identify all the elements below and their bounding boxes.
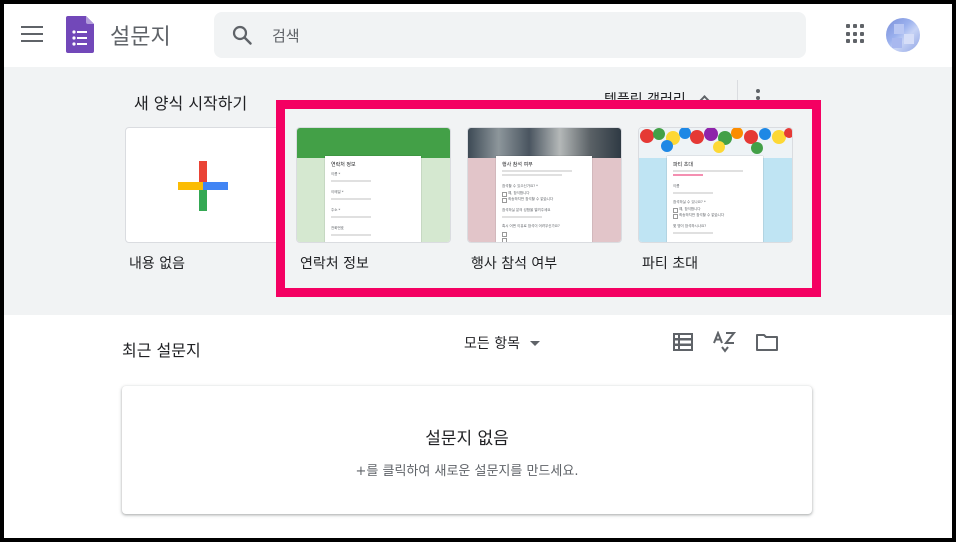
- app-title[interactable]: 설문지: [110, 19, 171, 51]
- app-window: 설문지 새 양식 시작하기 템플릿 갤러리 내: [4, 4, 952, 538]
- owner-filter-dropdown[interactable]: 모든 항목: [464, 333, 540, 353]
- dropdown-caret-icon: [529, 341, 540, 346]
- forms-logo-icon[interactable]: [66, 16, 94, 53]
- template-party-invite[interactable]: 파티 초대 이름 참석하실 수 있나요? * 예, 참석합니다 죄송하지만 참석…: [638, 127, 793, 272]
- search-input[interactable]: [270, 12, 794, 60]
- form-preview: 파티 초대 이름 참석하실 수 있나요? * 예, 참석합니다 죄송하지만 참석…: [667, 156, 763, 242]
- template-contact-info[interactable]: 연락처 정보 이름 * 이메일 * 주소 * 전화번호 연락처 정보: [296, 127, 451, 272]
- gallery-title: 새 양식 시작하기: [134, 94, 248, 113]
- form-preview: 행사 참석 여부 참석할 수 있으신가요? * 예, 참석합니다 죄송하지만 참…: [496, 156, 592, 242]
- search-bar[interactable]: [214, 12, 806, 60]
- empty-state-title: 설문지 없음: [425, 429, 509, 449]
- template-label: 내용 없음: [129, 256, 185, 272]
- list-view-icon[interactable]: [673, 333, 693, 351]
- empty-state-subtitle: +를 클릭하여 새로운 설문지를 만드세요.: [355, 464, 579, 479]
- template-thumbnail[interactable]: [125, 127, 280, 243]
- empty-state-card: 설문지 없음 +를 클릭하여 새로운 설문지를 만드세요.: [122, 386, 812, 514]
- owner-filter-label: 모든 항목: [464, 336, 520, 352]
- template-thumbnail[interactable]: 연락처 정보 이름 * 이메일 * 주소 * 전화번호: [296, 127, 451, 243]
- template-label: 파티 초대: [642, 256, 698, 272]
- balloons-image: [640, 128, 792, 154]
- template-thumbnail[interactable]: 파티 초대 이름 참석하실 수 있나요? * 예, 참석합니다 죄송하지만 참석…: [638, 127, 793, 243]
- form-preview: 연락처 정보 이름 * 이메일 * 주소 * 전화번호: [325, 156, 421, 242]
- template-label: 연락처 정보: [300, 256, 369, 272]
- top-bar: 설문지: [4, 4, 952, 67]
- apps-grid-icon[interactable]: [846, 24, 866, 44]
- plus-icon: [178, 161, 228, 211]
- avatar[interactable]: [886, 18, 920, 52]
- template-blank[interactable]: 내용 없음: [125, 127, 280, 272]
- sort-az-icon[interactable]: [713, 331, 737, 353]
- search-icon[interactable]: [232, 25, 252, 45]
- menu-icon[interactable]: [21, 26, 43, 44]
- template-event-rsvp[interactable]: 행사 참석 여부 참석할 수 있으신가요? * 예, 참석합니다 죄송하지만 참…: [467, 127, 622, 272]
- template-thumbnail[interactable]: 행사 참석 여부 참석할 수 있으신가요? * 예, 참석합니다 죄송하지만 참…: [467, 127, 622, 243]
- recent-forms-title: 최근 설문지: [122, 341, 201, 360]
- template-label: 행사 참석 여부: [471, 256, 558, 272]
- folder-icon[interactable]: [756, 333, 778, 351]
